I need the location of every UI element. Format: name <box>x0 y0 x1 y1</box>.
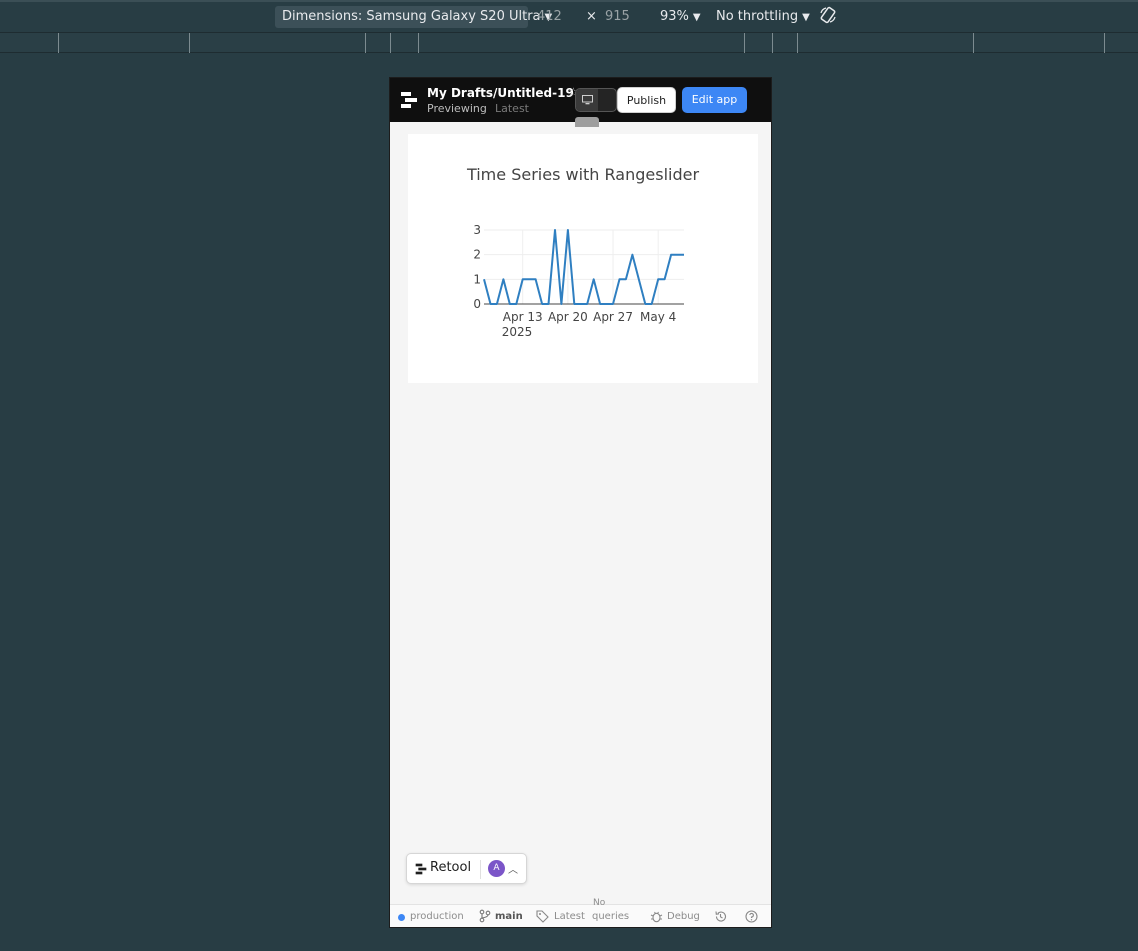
zoom-label: 93% <box>660 9 689 24</box>
divider <box>480 860 481 879</box>
chart-title: Time Series with Rangeslider <box>466 165 700 184</box>
branch-selector[interactable]: main <box>495 911 523 922</box>
dimension-times-label: × <box>586 9 597 24</box>
devtools-device-toolbar: Dimensions: Samsung Galaxy S20 Ultra ▼ 41… <box>0 0 1138 33</box>
width-input[interactable]: 412 <box>537 6 562 28</box>
throttling-label: No throttling <box>716 9 799 24</box>
chevron-down-icon: ▼ <box>692 12 701 23</box>
y-tick-label: 0 <box>473 297 481 311</box>
x-tick-label: Apr 27 <box>593 310 633 324</box>
release-selector[interactable]: Latest <box>554 911 585 922</box>
environment-selector[interactable]: production <box>410 911 464 922</box>
tag-icon <box>536 910 549 923</box>
preview-status: Previewing <box>427 102 487 115</box>
retool-label: Retool <box>430 860 472 875</box>
series-line <box>483 229 684 305</box>
avatar[interactable]: A <box>488 860 505 877</box>
edit-app-button[interactable]: Edit app <box>682 87 747 113</box>
publish-button[interactable]: Publish <box>617 87 676 113</box>
throttling-select[interactable]: No throttling ▼ <box>716 6 810 28</box>
app-title[interactable]: My Drafts/Untitled-19 <box>427 86 574 100</box>
desktop-icon[interactable] <box>582 95 593 105</box>
height-input[interactable]: 915 <box>605 6 630 28</box>
queries-button[interactable]: queries <box>592 911 629 922</box>
status-bar: production main Latest No queries Debug <box>390 898 771 927</box>
environment-dot-icon <box>398 914 405 921</box>
device-mode-toggle[interactable] <box>575 88 617 112</box>
y-tick-label: 1 <box>473 272 481 286</box>
branch-icon <box>479 909 491 923</box>
chevron-up-icon[interactable]: ︿ <box>508 861 518 876</box>
x-tick-label: Apr 13 <box>503 310 543 324</box>
bug-icon <box>650 911 663 923</box>
device-select-label: Dimensions: Samsung Galaxy S20 Ultra <box>282 9 541 24</box>
help-icon[interactable] <box>745 910 758 923</box>
device-viewport: My Drafts/Untitled-19 ☆ Previewing Lates… <box>389 77 772 928</box>
mobile-icon[interactable] <box>575 117 599 127</box>
retool-widget[interactable]: Retool A ︿ <box>406 853 527 884</box>
chart-card: 0 1 2 3 Apr 13 Apr 20 Apr 27 May 4 Time Series… <box>408 134 758 383</box>
app-header: My Drafts/Untitled-19 ☆ Previewing Lates… <box>390 78 771 127</box>
time-series-chart[interactable]: 0 1 2 3 Apr 13 Apr 20 Apr 27 May 4 Time Series… <box>408 134 758 383</box>
x-tick-label: Apr 20 <box>548 310 588 324</box>
x-tick-label: May 4 <box>640 310 676 324</box>
chevron-down-icon: ▼ <box>802 12 810 23</box>
rotate-icon[interactable] <box>818 5 838 27</box>
retool-logo-icon[interactable] <box>400 91 418 109</box>
device-select[interactable]: Dimensions: Samsung Galaxy S20 Ultra ▼ <box>275 6 552 28</box>
media-query-ruler[interactable] <box>0 32 1138 53</box>
queries-count-label: No <box>593 898 606 908</box>
version-label: Latest <box>495 102 529 115</box>
debug-button[interactable]: Debug <box>667 911 700 922</box>
x-axis-year-label: 2025 <box>502 325 533 339</box>
y-tick-label: 3 <box>473 223 481 237</box>
retool-logo-icon <box>415 863 427 875</box>
history-icon[interactable] <box>714 910 727 923</box>
y-tick-label: 2 <box>473 248 481 262</box>
zoom-select[interactable]: 93% ▼ <box>660 6 701 28</box>
